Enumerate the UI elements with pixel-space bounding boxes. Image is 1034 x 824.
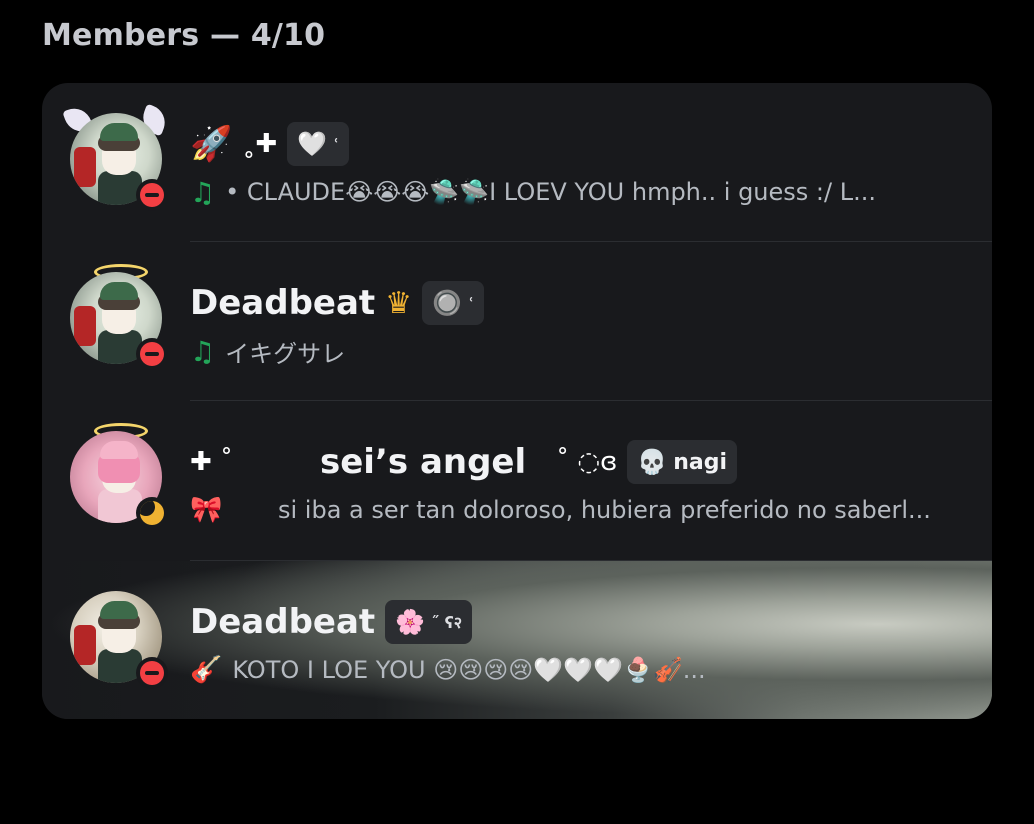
avatar[interactable] bbox=[62, 103, 170, 211]
avatar[interactable] bbox=[70, 264, 168, 370]
heart-icon: 🤍 bbox=[297, 130, 328, 158]
status-text: si iba a ser tan doloroso, hubiera prefe… bbox=[278, 496, 931, 524]
flower-icon: 🌸 bbox=[395, 608, 426, 636]
status-text: イキグサレ bbox=[225, 339, 346, 368]
guild-tag[interactable]: 🔘 ʿ bbox=[422, 281, 484, 325]
music-note-icon: ♫ bbox=[190, 334, 216, 368]
username: Deadbeat bbox=[190, 602, 376, 642]
member-row[interactable]: 🚀 ˳✚ 🤍 ʿ ♫ • CLAUDE😭😭😭🛸🛸I LOEV YOU hmph.… bbox=[42, 83, 992, 241]
ribbon-icon: 🎀 bbox=[190, 495, 223, 525]
member-name: ✚ ˚ sei’s angel ˚ ◌ɞ 💀 nagi bbox=[190, 439, 738, 485]
guild-tag[interactable]: 🤍 ʿ bbox=[287, 122, 349, 166]
dnd-status-icon bbox=[136, 338, 168, 370]
tag-emblem-icon: 🔘 bbox=[432, 289, 462, 317]
dnd-status-icon bbox=[136, 657, 168, 689]
guild-tag[interactable]: 🌸 ˝ ʕ२ bbox=[385, 600, 473, 644]
member-status: 🎸 KOTO I LOE YOU 😢😢😢😢🤍🤍🤍🍨🎻... bbox=[190, 653, 706, 687]
member-list: 🚀 ˳✚ 🤍 ʿ ♫ • CLAUDE😭😭😭🛸🛸I LOEV YOU hmph.… bbox=[42, 83, 992, 719]
member-row[interactable]: Deadbeat ♛ 🔘 ʿ ♫ イキグサレ bbox=[42, 242, 992, 400]
username: sei’s angel bbox=[320, 442, 527, 482]
guild-tag[interactable]: 💀 nagi bbox=[627, 440, 738, 484]
name-decoration: ˳✚ bbox=[242, 129, 278, 159]
member-name: Deadbeat ♛ 🔘 ʿ bbox=[190, 280, 484, 326]
status-text: KOTO I LOE YOU 😢😢😢😢🤍🤍🤍🍨🎻... bbox=[232, 656, 706, 684]
idle-status-icon bbox=[136, 497, 168, 529]
member-status: 🎀 si iba a ser tan doloroso, hubiera pre… bbox=[190, 493, 931, 527]
member-name: Deadbeat 🌸 ˝ ʕ२ bbox=[190, 599, 473, 645]
member-name: 🚀 ˳✚ 🤍 ʿ bbox=[190, 121, 349, 167]
guitar-icon: 🎸 bbox=[190, 655, 223, 685]
avatar[interactable] bbox=[70, 591, 168, 689]
rocket-icon: 🚀 bbox=[190, 124, 233, 164]
member-status: ♫ イキグサレ bbox=[190, 334, 345, 368]
members-header: Members — 4/10 bbox=[42, 18, 326, 53]
dnd-status-icon bbox=[136, 179, 168, 211]
name-suffix-decoration: ˚ ◌ɞ bbox=[556, 447, 618, 477]
status-text: • CLAUDE😭😭😭🛸🛸I LOEV YOU hmph.. i guess :… bbox=[225, 178, 876, 206]
name-decoration: ✚ ˚ bbox=[190, 447, 234, 477]
guild-tag-label: nagi bbox=[673, 449, 728, 475]
member-status: ♫ • CLAUDE😭😭😭🛸🛸I LOEV YOU hmph.. i guess… bbox=[190, 175, 876, 209]
skull-icon: 💀 bbox=[637, 448, 668, 476]
crown-icon: ♛ bbox=[385, 285, 413, 321]
member-row[interactable]: ✚ ˚ sei’s angel ˚ ◌ɞ 💀 nagi 🎀 si iba a s… bbox=[42, 401, 992, 559]
music-note-icon: ♫ bbox=[190, 175, 216, 209]
username: Deadbeat bbox=[190, 283, 376, 323]
member-row[interactable]: Deadbeat 🌸 ˝ ʕ२ 🎸 KOTO I LOE YOU 😢😢😢😢🤍🤍🤍… bbox=[42, 561, 992, 719]
avatar[interactable] bbox=[70, 423, 168, 529]
